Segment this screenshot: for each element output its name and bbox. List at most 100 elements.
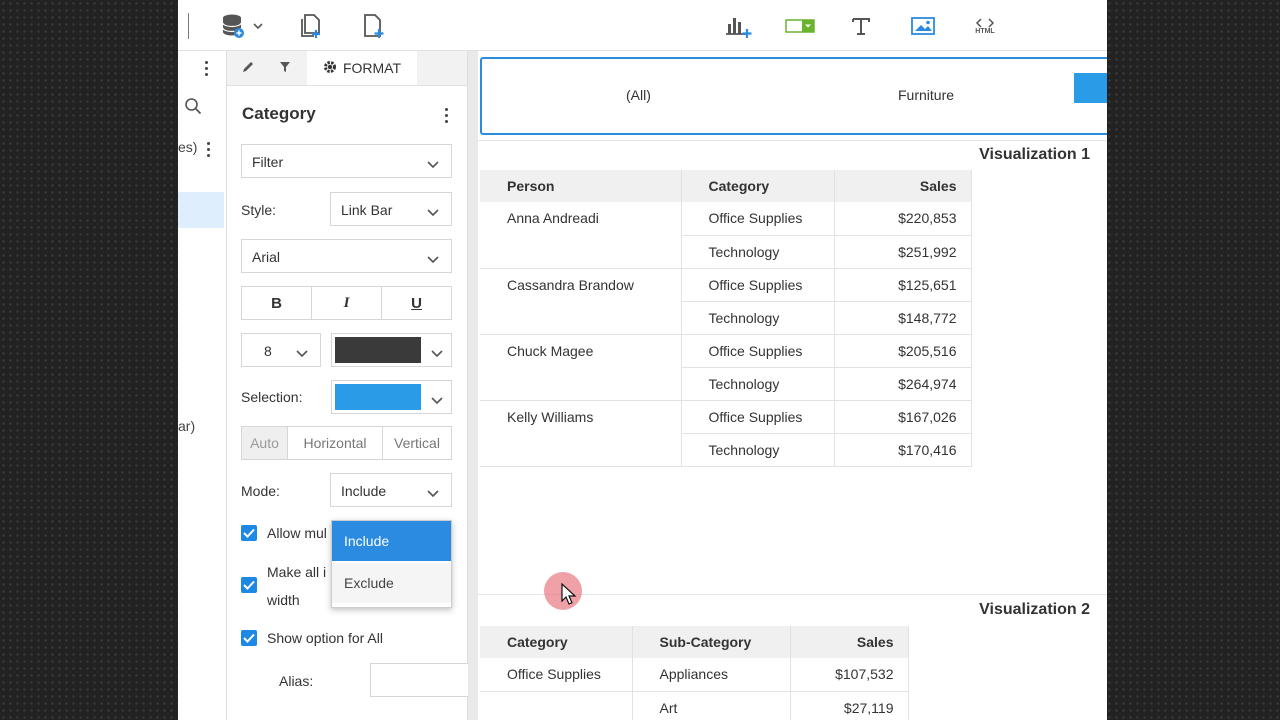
viz2-header-category[interactable]: Category: [480, 626, 633, 658]
chevron-down-icon: [431, 345, 443, 361]
category-cell[interactable]: Office Supplies: [480, 658, 633, 692]
make-all-items-checkbox[interactable]: [241, 577, 257, 593]
font-size-value: 8: [264, 343, 272, 359]
sales-cell[interactable]: $148,772: [834, 301, 972, 335]
gear-icon: [323, 60, 337, 77]
link-bar-selected-item[interactable]: [1074, 73, 1107, 103]
add-chart-icon[interactable]: [722, 12, 756, 40]
viz2-title: Visualization 2: [979, 601, 1090, 618]
tab-edit[interactable]: [229, 51, 267, 85]
font-size-select[interactable]: 8: [241, 333, 321, 367]
style-select[interactable]: Link Bar: [330, 192, 452, 226]
orientation-auto-button[interactable]: Auto: [242, 427, 288, 459]
allow-multiple-checkbox[interactable]: [241, 525, 257, 541]
viz1-header-category[interactable]: Category: [681, 170, 835, 202]
chevron-down-icon: [431, 392, 443, 408]
app-window: HTML es) ar) FORMAT Category Filter Styl…: [178, 0, 1107, 720]
table-row: Chuck Magee Office Supplies $205,516: [480, 334, 972, 401]
category-cell[interactable]: Technology: [681, 433, 835, 467]
sales-cell[interactable]: $170,416: [834, 433, 972, 467]
orientation-group: Auto Horizontal Vertical: [241, 426, 452, 460]
toolbar-divider: [188, 13, 189, 39]
category-cell[interactable]: Technology: [681, 367, 835, 401]
mode-option-exclude[interactable]: Exclude: [332, 563, 451, 603]
sales-cell[interactable]: $125,651: [834, 268, 972, 302]
show-all-label: Show option for All: [267, 630, 383, 646]
selection-color-picker[interactable]: [331, 380, 452, 414]
chevron-down-icon: [296, 345, 308, 361]
orientation-horizontal-button[interactable]: Horizontal: [288, 427, 383, 459]
sales-cell[interactable]: $167,026: [834, 400, 972, 434]
mode-option-include[interactable]: Include: [332, 521, 451, 561]
data-pane: es) ar): [178, 51, 227, 720]
sales-cell[interactable]: $251,992: [834, 235, 972, 269]
style-label: Style:: [241, 202, 277, 218]
chevron-down-icon: [427, 156, 439, 172]
category-cell[interactable]: Office Supplies: [681, 268, 835, 302]
selection-color-swatch: [335, 384, 421, 410]
data-source-icon[interactable]: [218, 12, 266, 40]
text-widget-icon[interactable]: [848, 12, 874, 40]
person-cell[interactable]: Chuck Magee: [480, 334, 682, 401]
style-value: Link Bar: [341, 202, 393, 218]
sales-cell[interactable]: $107,532: [790, 658, 909, 692]
bold-button[interactable]: B: [242, 287, 312, 319]
category-cell[interactable]: Office Supplies: [681, 334, 835, 368]
font-family-value: Arial: [252, 249, 281, 265]
person-cell[interactable]: Anna Andreadi: [480, 202, 682, 269]
tab-filter[interactable]: [267, 51, 303, 85]
selected-field-row[interactable]: [178, 192, 224, 228]
tab-format[interactable]: FORMAT: [307, 51, 417, 85]
text-style-group: B I U: [241, 286, 452, 320]
panel-tabs: FORMAT: [227, 51, 467, 86]
viz2-table: Category Sub-Category Sales Office Suppl…: [480, 626, 909, 720]
font-color-picker[interactable]: [331, 333, 452, 367]
category-cell[interactable]: Office Supplies: [681, 202, 835, 236]
link-bar-item-furniture[interactable]: Furniture: [898, 87, 954, 103]
selection-label: Selection:: [241, 389, 303, 405]
search-icon[interactable]: [178, 91, 208, 121]
sales-cell[interactable]: $205,516: [834, 334, 972, 368]
category-cell[interactable]: Technology: [681, 301, 835, 335]
subcategory-cell[interactable]: Art: [632, 691, 791, 720]
orientation-vertical-button[interactable]: Vertical: [383, 427, 451, 459]
person-cell[interactable]: Kelly Williams: [480, 400, 682, 467]
copy-page-icon[interactable]: [296, 12, 326, 40]
table-row: Art $27,119: [480, 691, 909, 720]
category-cell[interactable]: Office Supplies: [681, 400, 835, 434]
chevron-down-icon: [427, 485, 439, 501]
viz1-header-person[interactable]: Person: [480, 170, 682, 202]
category-cell[interactable]: Technology: [681, 235, 835, 269]
link-bar-item-all[interactable]: (All): [626, 87, 651, 103]
html-widget-icon[interactable]: HTML: [970, 12, 1000, 40]
underline-button[interactable]: U: [382, 287, 451, 319]
source-menu-icon[interactable]: [207, 142, 211, 157]
person-cell[interactable]: Cassandra Brandow: [480, 268, 682, 335]
link-bar-widget[interactable]: (All) Furniture: [480, 57, 1107, 135]
pane-menu-icon[interactable]: [205, 61, 209, 76]
subcategory-cell[interactable]: Appliances: [632, 658, 791, 692]
font-family-select[interactable]: Arial: [241, 239, 452, 273]
sales-cell[interactable]: $220,853: [834, 202, 972, 236]
category-cell[interactable]: [480, 691, 633, 720]
table-row: Office Supplies Appliances $107,532: [480, 658, 909, 692]
viz1-header-sales[interactable]: Sales: [834, 170, 972, 202]
new-page-icon[interactable]: [358, 12, 388, 40]
table-row: Anna Andreadi Office Supplies $220,853: [480, 202, 972, 269]
filter-widget-icon[interactable]: [784, 12, 816, 40]
sales-cell[interactable]: $27,119: [790, 691, 909, 720]
sales-cell[interactable]: $264,974: [834, 367, 972, 401]
show-all-checkbox[interactable]: [241, 630, 257, 646]
viz1-table: Person Category Sales Anna Andreadi Offic…: [480, 170, 972, 467]
field-label[interactable]: ar): [178, 418, 195, 434]
italic-button[interactable]: I: [312, 287, 382, 319]
viz2-header-subcategory[interactable]: Sub-Category: [632, 626, 791, 658]
chevron-down-icon: [427, 251, 439, 267]
widget-type-select[interactable]: Filter: [241, 144, 452, 178]
data-source-label[interactable]: es): [178, 139, 197, 155]
image-widget-icon[interactable]: [909, 12, 937, 40]
viz2-header-sales[interactable]: Sales: [790, 626, 909, 658]
html-icon-label: HTML: [975, 27, 995, 35]
panel-menu-icon[interactable]: [445, 108, 449, 123]
mode-select[interactable]: Include: [330, 473, 452, 507]
